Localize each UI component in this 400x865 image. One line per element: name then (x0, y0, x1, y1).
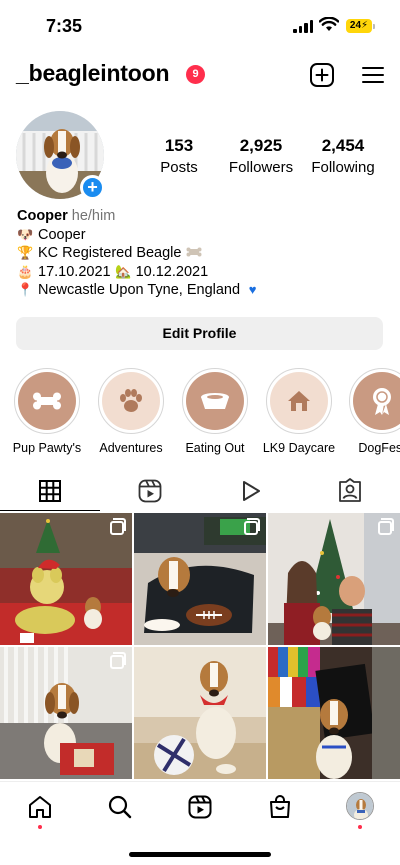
wifi-icon (319, 17, 339, 31)
grid-icon[interactable] (37, 478, 63, 504)
grid-post[interactable] (0, 647, 132, 779)
blue-heart-icon: ♥ (248, 282, 257, 297)
search-icon[interactable] (107, 794, 133, 820)
bone-icon (185, 244, 202, 263)
grid-post[interactable] (134, 647, 266, 779)
highlight-label: Pup Pawty's (12, 441, 82, 455)
cellular-signal-icon (293, 20, 313, 33)
multi-photo-icon (244, 518, 260, 535)
house-icon (288, 391, 310, 411)
grid-post[interactable] (268, 647, 400, 779)
bio-line-2: KC Registered Beagle (38, 245, 182, 261)
highlight-label: LK9 Daycare (262, 441, 336, 455)
dog-face-icon: 🐶 (17, 226, 34, 242)
status-time: 7:35 (46, 16, 83, 36)
award-ribbon-icon (373, 388, 391, 415)
new-home-icon: 🏡 (114, 263, 132, 279)
highlight-lk9-daycare[interactable]: LK9 Daycare (259, 368, 339, 455)
grid-post[interactable] (134, 513, 266, 645)
following-label: Following (311, 159, 375, 176)
highlight-pup-pawtys[interactable]: Pup Pawty's (7, 368, 87, 455)
paw-icon (120, 389, 142, 412)
home-icon[interactable] (27, 794, 53, 820)
home-indicator (129, 852, 271, 857)
add-story-button[interactable]: + (80, 175, 105, 200)
posts-count[interactable]: 153 Posts (150, 136, 208, 176)
multi-photo-icon (110, 652, 126, 669)
birthday-cake-icon: 🎂 (17, 263, 34, 279)
status-bar: 7:35 24⚡ (0, 0, 400, 52)
following-count[interactable]: 2,454 Following (308, 136, 378, 176)
posts-value: 153 (164, 136, 194, 155)
map-pin-icon: 📍 (17, 282, 34, 297)
bio-location: Newcastle Upon Tyne, England (38, 282, 241, 298)
home-activity-dot (38, 825, 42, 829)
bio-home-date: 10.12.2021 (135, 263, 209, 280)
shop-icon[interactable] (267, 794, 293, 820)
reels-icon[interactable] (187, 794, 213, 820)
trophy-icon: 🏆 (17, 245, 34, 260)
highlight-label: Eating Out (185, 441, 245, 455)
profile-activity-dot (358, 825, 362, 829)
highlight-label: DogFest (358, 441, 400, 455)
battery-icon: 24⚡ (346, 19, 372, 33)
profile-avatar[interactable] (346, 792, 374, 820)
bio-birth-date: 17.10.2021 (38, 263, 111, 280)
highlight-adventures[interactable]: Adventures (91, 368, 171, 455)
highlight-eating-out[interactable]: Eating Out (175, 368, 255, 455)
profile-header: _beagleintoon 9 (0, 58, 400, 94)
battery-level: 24 (349, 20, 362, 31)
followers-count[interactable]: 2,925 Followers (226, 136, 296, 176)
video-icon[interactable] (237, 478, 263, 504)
pronouns: he/him (71, 208, 116, 224)
posts-grid (0, 513, 400, 781)
following-value: 2,454 (321, 136, 365, 155)
menu-icon[interactable] (360, 62, 386, 88)
bio-line-1: Cooper (38, 226, 86, 243)
highlight-label: Adventures (99, 441, 163, 455)
new-post-icon[interactable] (309, 62, 335, 88)
profile-bio: Cooper he/him 🐶 Cooper 🏆 KC Registered B… (17, 207, 261, 300)
edit-profile-button[interactable]: Edit Profile (16, 317, 383, 350)
grid-post[interactable] (268, 513, 400, 645)
multi-photo-icon (378, 518, 394, 535)
display-name: Cooper (17, 208, 68, 224)
multi-photo-icon (110, 518, 126, 535)
followers-label: Followers (228, 159, 294, 176)
battery-tip (373, 24, 375, 29)
grid-post[interactable] (0, 513, 132, 645)
highlight-dogfest[interactable]: DogFest (342, 368, 400, 455)
bone-icon (33, 392, 61, 410)
dog-bowl-icon (201, 393, 229, 409)
reels-icon[interactable] (137, 478, 163, 504)
active-tab-indicator (0, 510, 100, 511)
username[interactable]: _beagleintoon (16, 60, 170, 87)
notification-badge[interactable]: 9 (186, 65, 205, 84)
followers-value: 2,925 (239, 136, 283, 155)
posts-label: Posts (160, 159, 198, 176)
tagged-icon[interactable] (337, 478, 363, 504)
